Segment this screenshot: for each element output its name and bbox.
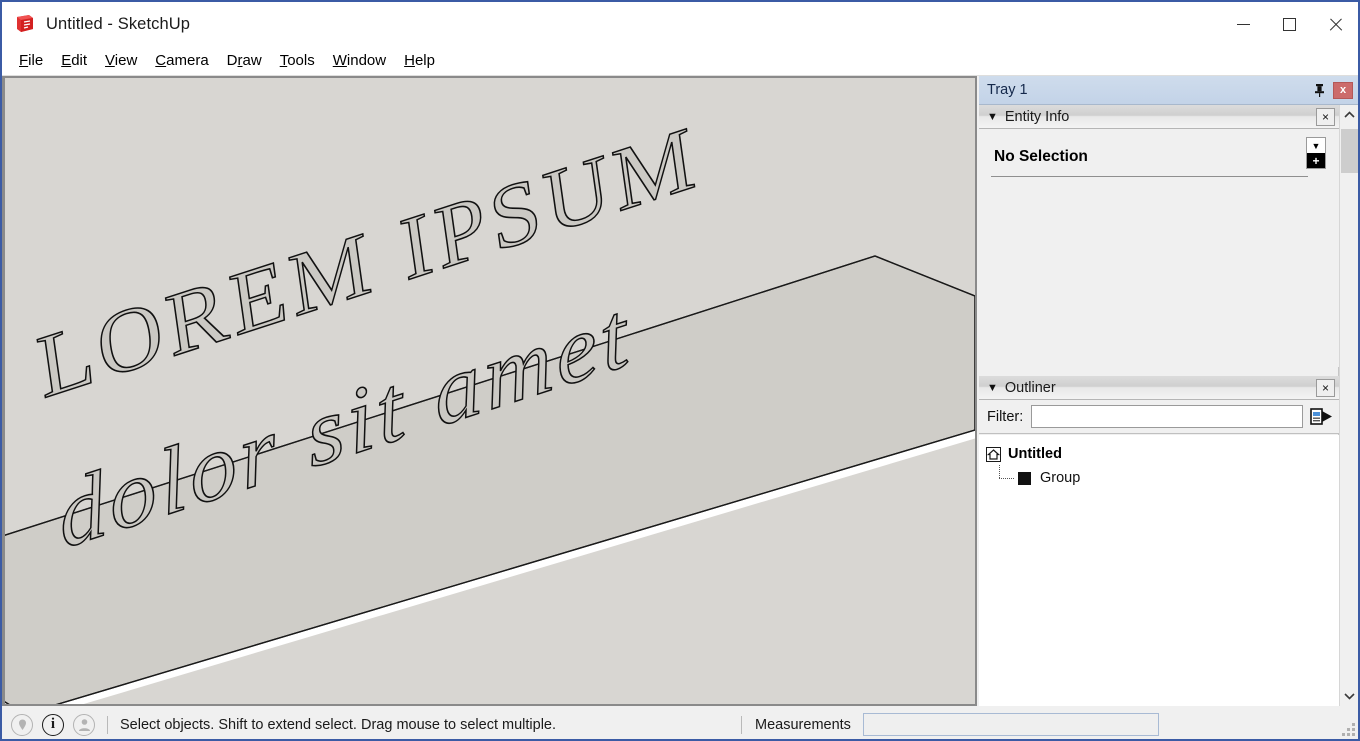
chevron-down-icon[interactable]: ▼: [987, 382, 998, 394]
menu-tools[interactable]: Tools: [271, 50, 324, 71]
pin-icon[interactable]: [1308, 79, 1330, 101]
close-button[interactable]: [1312, 2, 1358, 46]
chevron-down-icon[interactable]: ▼: [987, 111, 998, 123]
chevron-down-icon[interactable]: [1340, 686, 1358, 706]
tree-item-untitled[interactable]: Untitled: [979, 442, 1339, 466]
maximize-icon: [1282, 17, 1296, 31]
entity-info-close-button[interactable]: ×: [1316, 107, 1335, 126]
sketchup-window: Untitled - SketchUp File Edit View Camer…: [0, 0, 1360, 741]
entity-info-divider: [991, 176, 1308, 177]
model-viewport[interactable]: LOREM IPSUM dolor sit amet: [2, 76, 977, 706]
home-icon: [986, 446, 1001, 462]
measurements-label: Measurements: [755, 716, 851, 733]
entity-info-title: Entity Info: [1004, 108, 1070, 125]
resize-grip-icon[interactable]: [1342, 723, 1355, 736]
details-flyout-icon[interactable]: [1305, 402, 1339, 432]
menu-draw[interactable]: Draw: [218, 50, 271, 71]
entity-info-body: No Selection ▼ +: [979, 129, 1339, 367]
measurements-input[interactable]: [862, 713, 1159, 736]
tray-title-label: Tray 1: [987, 82, 1028, 98]
geo-location-icon[interactable]: [11, 713, 33, 736]
tray-close-button[interactable]: x: [1333, 81, 1353, 99]
menu-view[interactable]: View: [96, 50, 146, 71]
tray-panel-stack: ▼ Entity Info × No Selection ▼ + ▼ Outli…: [979, 105, 1339, 706]
filter-label: Filter:: [987, 408, 1024, 425]
tray-title-bar[interactable]: Tray 1 x: [979, 76, 1358, 105]
sketchup-logo-icon: [14, 13, 36, 35]
tray-body: ▼ Entity Info × No Selection ▼ + ▼ Outli…: [979, 105, 1358, 706]
tray-title-controls: x: [1308, 79, 1358, 101]
outliner-close-button[interactable]: ×: [1316, 378, 1335, 397]
account-icon[interactable]: [73, 713, 95, 736]
outliner-title: Outliner: [1004, 379, 1056, 396]
window-controls: [1220, 2, 1358, 46]
status-hint: Select objects. Shift to extend select. …: [120, 716, 557, 733]
minimize-button[interactable]: [1220, 2, 1266, 46]
entity-info-header[interactable]: ▼ Entity Info ×: [979, 105, 1339, 129]
outliner-header[interactable]: ▼ Outliner ×: [979, 376, 1339, 400]
tray-scrollbar[interactable]: [1339, 105, 1358, 706]
maximize-button[interactable]: [1266, 2, 1312, 46]
expand-caret: ▼: [1307, 138, 1325, 153]
expand-plus: +: [1307, 153, 1325, 168]
tree-item-label: Group: [1040, 470, 1081, 486]
tree-connector-icon: [996, 465, 1016, 486]
menu-edit[interactable]: Edit: [52, 50, 96, 71]
measurements-divider: [741, 715, 743, 734]
model-canvas[interactable]: LOREM IPSUM dolor sit amet: [5, 78, 975, 704]
tree-item-label: Untitled: [1008, 446, 1062, 462]
menu-window[interactable]: Window: [324, 50, 395, 71]
chevron-up-icon[interactable]: [1340, 105, 1358, 125]
entity-info-panel: ▼ Entity Info × No Selection ▼ +: [979, 105, 1339, 367]
menu-file[interactable]: File: [10, 50, 52, 71]
entity-info-status: No Selection: [994, 148, 1088, 165]
status-divider: [107, 715, 108, 734]
menu-camera[interactable]: Camera: [146, 50, 217, 71]
menu-bar: File Edit View Camera Draw Tools Window …: [2, 46, 1358, 76]
status-bar: i Select objects. Shift to extend select…: [2, 708, 1358, 739]
filter-input[interactable]: [1031, 405, 1303, 428]
outliner-panel: ▼ Outliner × Filter: Untitled Group: [979, 376, 1339, 706]
minimize-icon: [1236, 23, 1250, 25]
outliner-tree[interactable]: Untitled Group: [979, 435, 1339, 706]
tree-item-group[interactable]: Group: [979, 465, 1339, 490]
menu-help[interactable]: Help: [395, 50, 444, 71]
scrollbar-thumb[interactable]: [1341, 129, 1358, 173]
window-title: Untitled - SketchUp: [46, 14, 191, 33]
expand-details-icon[interactable]: ▼ +: [1306, 137, 1326, 169]
title-bar: Untitled - SketchUp: [2, 2, 1358, 46]
close-icon: [1328, 17, 1343, 32]
group-swatch-icon: [1018, 471, 1031, 485]
outliner-filter-bar: Filter:: [979, 400, 1339, 434]
info-icon[interactable]: i: [42, 713, 64, 736]
tray-panel: Tray 1 x ▼ Entity Info × No Selection ▼ …: [979, 76, 1358, 706]
